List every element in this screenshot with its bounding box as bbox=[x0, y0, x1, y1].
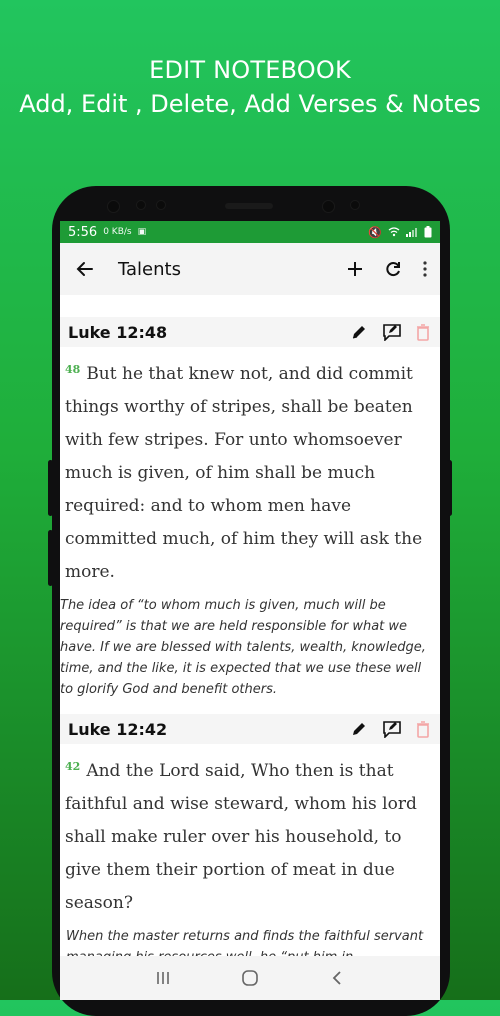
volume-button bbox=[48, 460, 53, 516]
verse-reference: Luke 12:42 bbox=[68, 719, 168, 739]
status-bar: 5:56 0 KB/s ▣ 🔇 bbox=[60, 221, 440, 243]
verse-text-block: 42 And the Lord said, Who then is that fa… bbox=[60, 744, 440, 920]
trash-icon bbox=[417, 721, 429, 738]
entry-header: Luke 12:48 bbox=[60, 317, 440, 347]
edit-verse-button[interactable] bbox=[350, 323, 368, 341]
app-screen: 5:56 0 KB/s ▣ 🔇 Talents Luke 12:48 48 Bu… bbox=[60, 221, 440, 1000]
pencil-icon bbox=[353, 723, 365, 735]
verse-text: And the Lord said, Who then is that fait… bbox=[65, 761, 417, 913]
sensor-dot bbox=[156, 200, 166, 210]
delete-entry-button[interactable] bbox=[416, 323, 430, 341]
system-nav-bar bbox=[60, 956, 440, 1000]
verse-reference: Luke 12:48 bbox=[68, 322, 168, 342]
back-button[interactable] bbox=[72, 256, 98, 282]
chevron-left-icon bbox=[332, 971, 341, 985]
more-options-button[interactable] bbox=[422, 260, 428, 278]
home-icon bbox=[242, 970, 258, 986]
note-text: When the master returns and finds the fa… bbox=[66, 929, 424, 956]
trash-icon bbox=[417, 324, 429, 341]
app-bar: Talents bbox=[60, 243, 440, 295]
verse-number: 48 bbox=[65, 363, 81, 376]
edit-note-button[interactable] bbox=[382, 720, 402, 738]
battery-icon bbox=[424, 226, 432, 238]
more-vertical-icon bbox=[423, 261, 427, 277]
front-camera bbox=[322, 200, 335, 213]
back-nav-button[interactable] bbox=[317, 963, 357, 993]
verse-number: 42 bbox=[65, 760, 81, 773]
list-item: Luke 12:48 48 But he that knew not, and d… bbox=[60, 317, 440, 700]
sensor-dot bbox=[107, 200, 120, 213]
edit-note-icon bbox=[383, 721, 401, 738]
recents-icon bbox=[157, 972, 170, 984]
add-verse-button[interactable] bbox=[346, 260, 364, 278]
image-notification-icon: ▣ bbox=[137, 227, 147, 237]
headline-line-1: EDIT NOTEBOOK bbox=[149, 56, 351, 84]
plus-icon bbox=[348, 262, 362, 276]
home-button[interactable] bbox=[230, 963, 270, 993]
sensor-dot bbox=[350, 200, 360, 210]
status-kbps: 0 KB/s bbox=[103, 227, 132, 237]
power-button bbox=[447, 460, 452, 516]
edit-note-button[interactable] bbox=[382, 323, 402, 341]
list-item: Luke 12:42 42 And the Lord said, Who then… bbox=[60, 714, 440, 956]
entry-header: Luke 12:42 bbox=[60, 714, 440, 744]
wifi-icon bbox=[388, 227, 400, 237]
volume-button bbox=[48, 530, 53, 586]
sensor-dot bbox=[136, 200, 146, 210]
edit-verse-button[interactable] bbox=[350, 720, 368, 738]
arrow-left-icon bbox=[76, 262, 93, 276]
pencil-icon bbox=[352, 326, 365, 339]
verse-text-block: 48 But he that knew not, and did commit t… bbox=[60, 347, 440, 589]
page-title: Talents bbox=[118, 258, 181, 280]
signal-icon bbox=[406, 228, 417, 237]
headline-line-2: Add, Edit , Delete, Add Verses & Notes bbox=[19, 90, 481, 118]
verse-text: But he that knew not, and did commit thi… bbox=[65, 364, 423, 582]
promo-headline: EDIT NOTEBOOK Add, Edit , Delete, Add Ve… bbox=[0, 56, 500, 118]
note-text: The idea of “to whom much is given, much… bbox=[60, 598, 426, 697]
recents-button[interactable] bbox=[143, 963, 183, 993]
notebook-list[interactable]: Luke 12:48 48 But he that knew not, and d… bbox=[60, 295, 440, 956]
speaker-grill bbox=[225, 203, 273, 209]
mute-icon: 🔇 bbox=[368, 225, 382, 239]
edit-note-icon bbox=[383, 324, 401, 341]
status-time: 5:56 bbox=[68, 224, 98, 240]
delete-entry-button[interactable] bbox=[416, 720, 430, 738]
refresh-icon bbox=[386, 262, 400, 277]
refresh-button[interactable] bbox=[384, 260, 402, 278]
